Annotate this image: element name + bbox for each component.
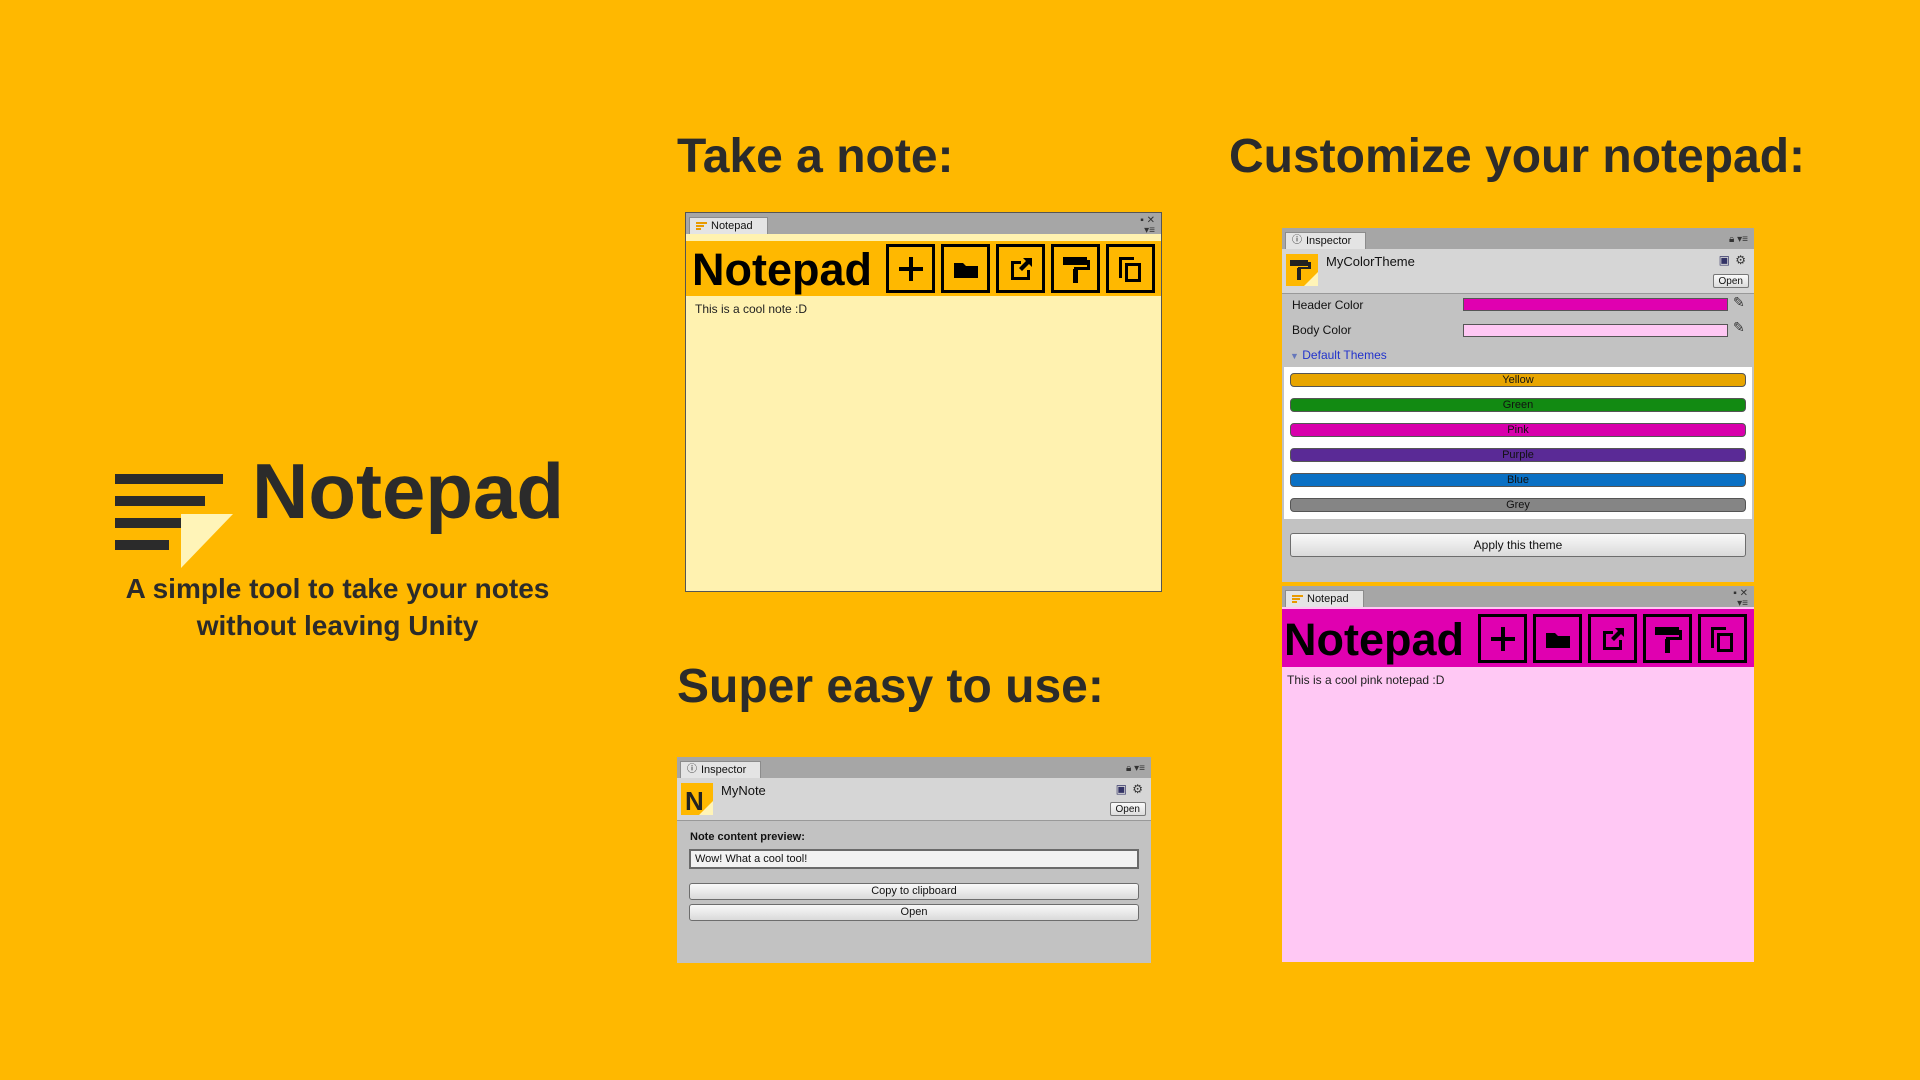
tab-bar: ⓘ Inspector 🔒︎ ▾≡ [1282, 228, 1754, 249]
copy-button[interactable] [1698, 614, 1747, 663]
default-themes-foldout[interactable]: ▼ Default Themes [1290, 348, 1387, 362]
lock-menu-icon[interactable]: 🔒︎ ▾≡ [1729, 235, 1748, 245]
theme-button-yellow[interactable]: Yellow [1290, 373, 1746, 387]
eyedropper-icon[interactable]: ✎ [1733, 294, 1745, 311]
default-themes-label: Default Themes [1302, 348, 1387, 362]
paint-roller-icon [1062, 256, 1090, 283]
svg-text:N: N [685, 786, 704, 815]
asset-name: MyNote [721, 783, 766, 798]
open-external-button[interactable] [996, 244, 1045, 293]
tab-bar: ⓘ Inspector 🔒︎ ▾≡ [677, 757, 1151, 778]
theme-button-blue[interactable]: Blue [1290, 473, 1746, 487]
help-book-icon[interactable]: ▣ [1116, 782, 1127, 796]
tab-bar: Notepad ▪ ✕ ▾≡ [686, 213, 1161, 236]
note-body[interactable]: This is a cool note :D [686, 296, 1161, 591]
new-note-button[interactable] [886, 244, 935, 293]
open-external-button[interactable] [1588, 614, 1637, 663]
open-folder-button[interactable] [1533, 614, 1582, 663]
tab-notepad[interactable]: Notepad [1285, 590, 1364, 607]
tab-inspector[interactable]: ⓘ Inspector [1285, 232, 1367, 249]
theme-button-purple[interactable]: Purple [1290, 448, 1746, 462]
notepad-tab-icon [1292, 594, 1303, 603]
note-asset-icon: N [681, 783, 713, 815]
window-controls[interactable]: ▪ ✕ ▾≡ [1140, 216, 1155, 236]
notepad-window-yellow: Notepad ▪ ✕ ▾≡ Notepad This is a cool not… [685, 212, 1162, 592]
themes-list: Yellow Green Pink Purple Blue Grey [1284, 367, 1752, 519]
theme-button[interactable] [1051, 244, 1100, 293]
copy-button[interactable] [1106, 244, 1155, 293]
tagline-line-2: without leaving Unity [196, 610, 479, 641]
paint-roller-icon [1654, 626, 1682, 653]
note-inspector-window: ⓘ Inspector 🔒︎ ▾≡ N MyNote ▣ ⚙ Open Note … [677, 757, 1151, 963]
theme-button-grey[interactable]: Grey [1290, 498, 1746, 512]
folder-icon [953, 262, 978, 278]
body-color-field[interactable] [1463, 324, 1728, 337]
gear-icon[interactable]: ⚙ [1132, 782, 1143, 796]
tab-label: Inspector [1306, 235, 1352, 247]
open-asset-button[interactable]: Open [1712, 274, 1749, 288]
tab-label: Notepad [711, 220, 753, 232]
copy-to-clipboard-button[interactable]: Copy to clipboard [689, 883, 1139, 900]
section-title-easy: Super easy to use: [677, 660, 1104, 713]
copy-icon [1118, 256, 1141, 282]
note-body[interactable]: This is a cool pink notepad :D [1282, 667, 1754, 962]
apply-theme-button[interactable]: Apply this theme [1290, 533, 1746, 557]
notepad-tab-icon [696, 221, 707, 230]
window-controls[interactable]: ▪ ✕ ▾≡ [1733, 589, 1748, 609]
tab-label: Notepad [1307, 593, 1349, 605]
open-folder-button[interactable] [941, 244, 990, 293]
new-note-button[interactable] [1478, 614, 1527, 663]
theme-button-green[interactable]: Green [1290, 398, 1746, 412]
theme-button-pink[interactable]: Pink [1290, 423, 1746, 437]
notepad-toolbar: Notepad [1282, 609, 1754, 667]
inspector-header: MyColorTheme ▣ ⚙ Open [1282, 249, 1754, 294]
info-icon: ⓘ [687, 764, 697, 776]
notepad-window-pink: Notepad ▪ ✕ ▾≡ Notepad This is a cool pin… [1282, 586, 1754, 962]
inspector-header: N MyNote ▣ ⚙ Open [677, 778, 1151, 821]
open-asset-button[interactable]: Open [1109, 802, 1146, 816]
open-note-button[interactable]: Open [689, 904, 1139, 921]
tab-label: Inspector [701, 764, 747, 776]
notepad-toolbar: Notepad [686, 241, 1161, 296]
body-color-label: Body Color [1292, 323, 1352, 337]
theme-inspector-window: ⓘ Inspector 🔒︎ ▾≡ MyColorTheme ▣ ⚙ Open H… [1282, 228, 1754, 582]
tab-bar: Notepad ▪ ✕ ▾≡ [1282, 586, 1754, 609]
section-title-customize: Customize your notepad: [1229, 130, 1806, 183]
hero-tagline: A simple tool to take your notes without… [100, 570, 575, 644]
preview-text-field[interactable]: Wow! What a cool tool! [689, 849, 1139, 869]
theme-asset-icon [1286, 254, 1318, 286]
gear-icon[interactable]: ⚙ [1735, 253, 1746, 267]
folder-icon [1545, 632, 1570, 648]
tagline-line-1: A simple tool to take your notes [125, 573, 550, 604]
plus-icon [898, 256, 923, 281]
plus-icon [1490, 626, 1515, 651]
header-color-label: Header Color [1292, 298, 1364, 312]
hero-title: Notepad [252, 447, 564, 535]
info-icon: ⓘ [1292, 235, 1302, 247]
lock-menu-icon[interactable]: 🔒︎ ▾≡ [1126, 764, 1145, 774]
preview-label: Note content preview: [690, 831, 805, 843]
external-link-icon [1010, 257, 1032, 280]
asset-name: MyColorTheme [1326, 254, 1415, 269]
header-color-field[interactable] [1463, 298, 1728, 311]
foldout-arrow-icon: ▼ [1290, 351, 1299, 361]
tab-inspector[interactable]: ⓘ Inspector [680, 761, 762, 778]
notepad-logo-icon [115, 474, 233, 568]
eyedropper-icon[interactable]: ✎ [1733, 319, 1745, 336]
help-book-icon[interactable]: ▣ [1719, 253, 1730, 267]
external-link-icon [1602, 627, 1624, 650]
tab-notepad[interactable]: Notepad [689, 217, 768, 234]
theme-button[interactable] [1643, 614, 1692, 663]
copy-icon [1710, 626, 1733, 652]
section-title-take-note: Take a note: [677, 130, 954, 183]
notepad-title: Notepad [692, 244, 872, 295]
notepad-title: Notepad [1284, 614, 1464, 665]
